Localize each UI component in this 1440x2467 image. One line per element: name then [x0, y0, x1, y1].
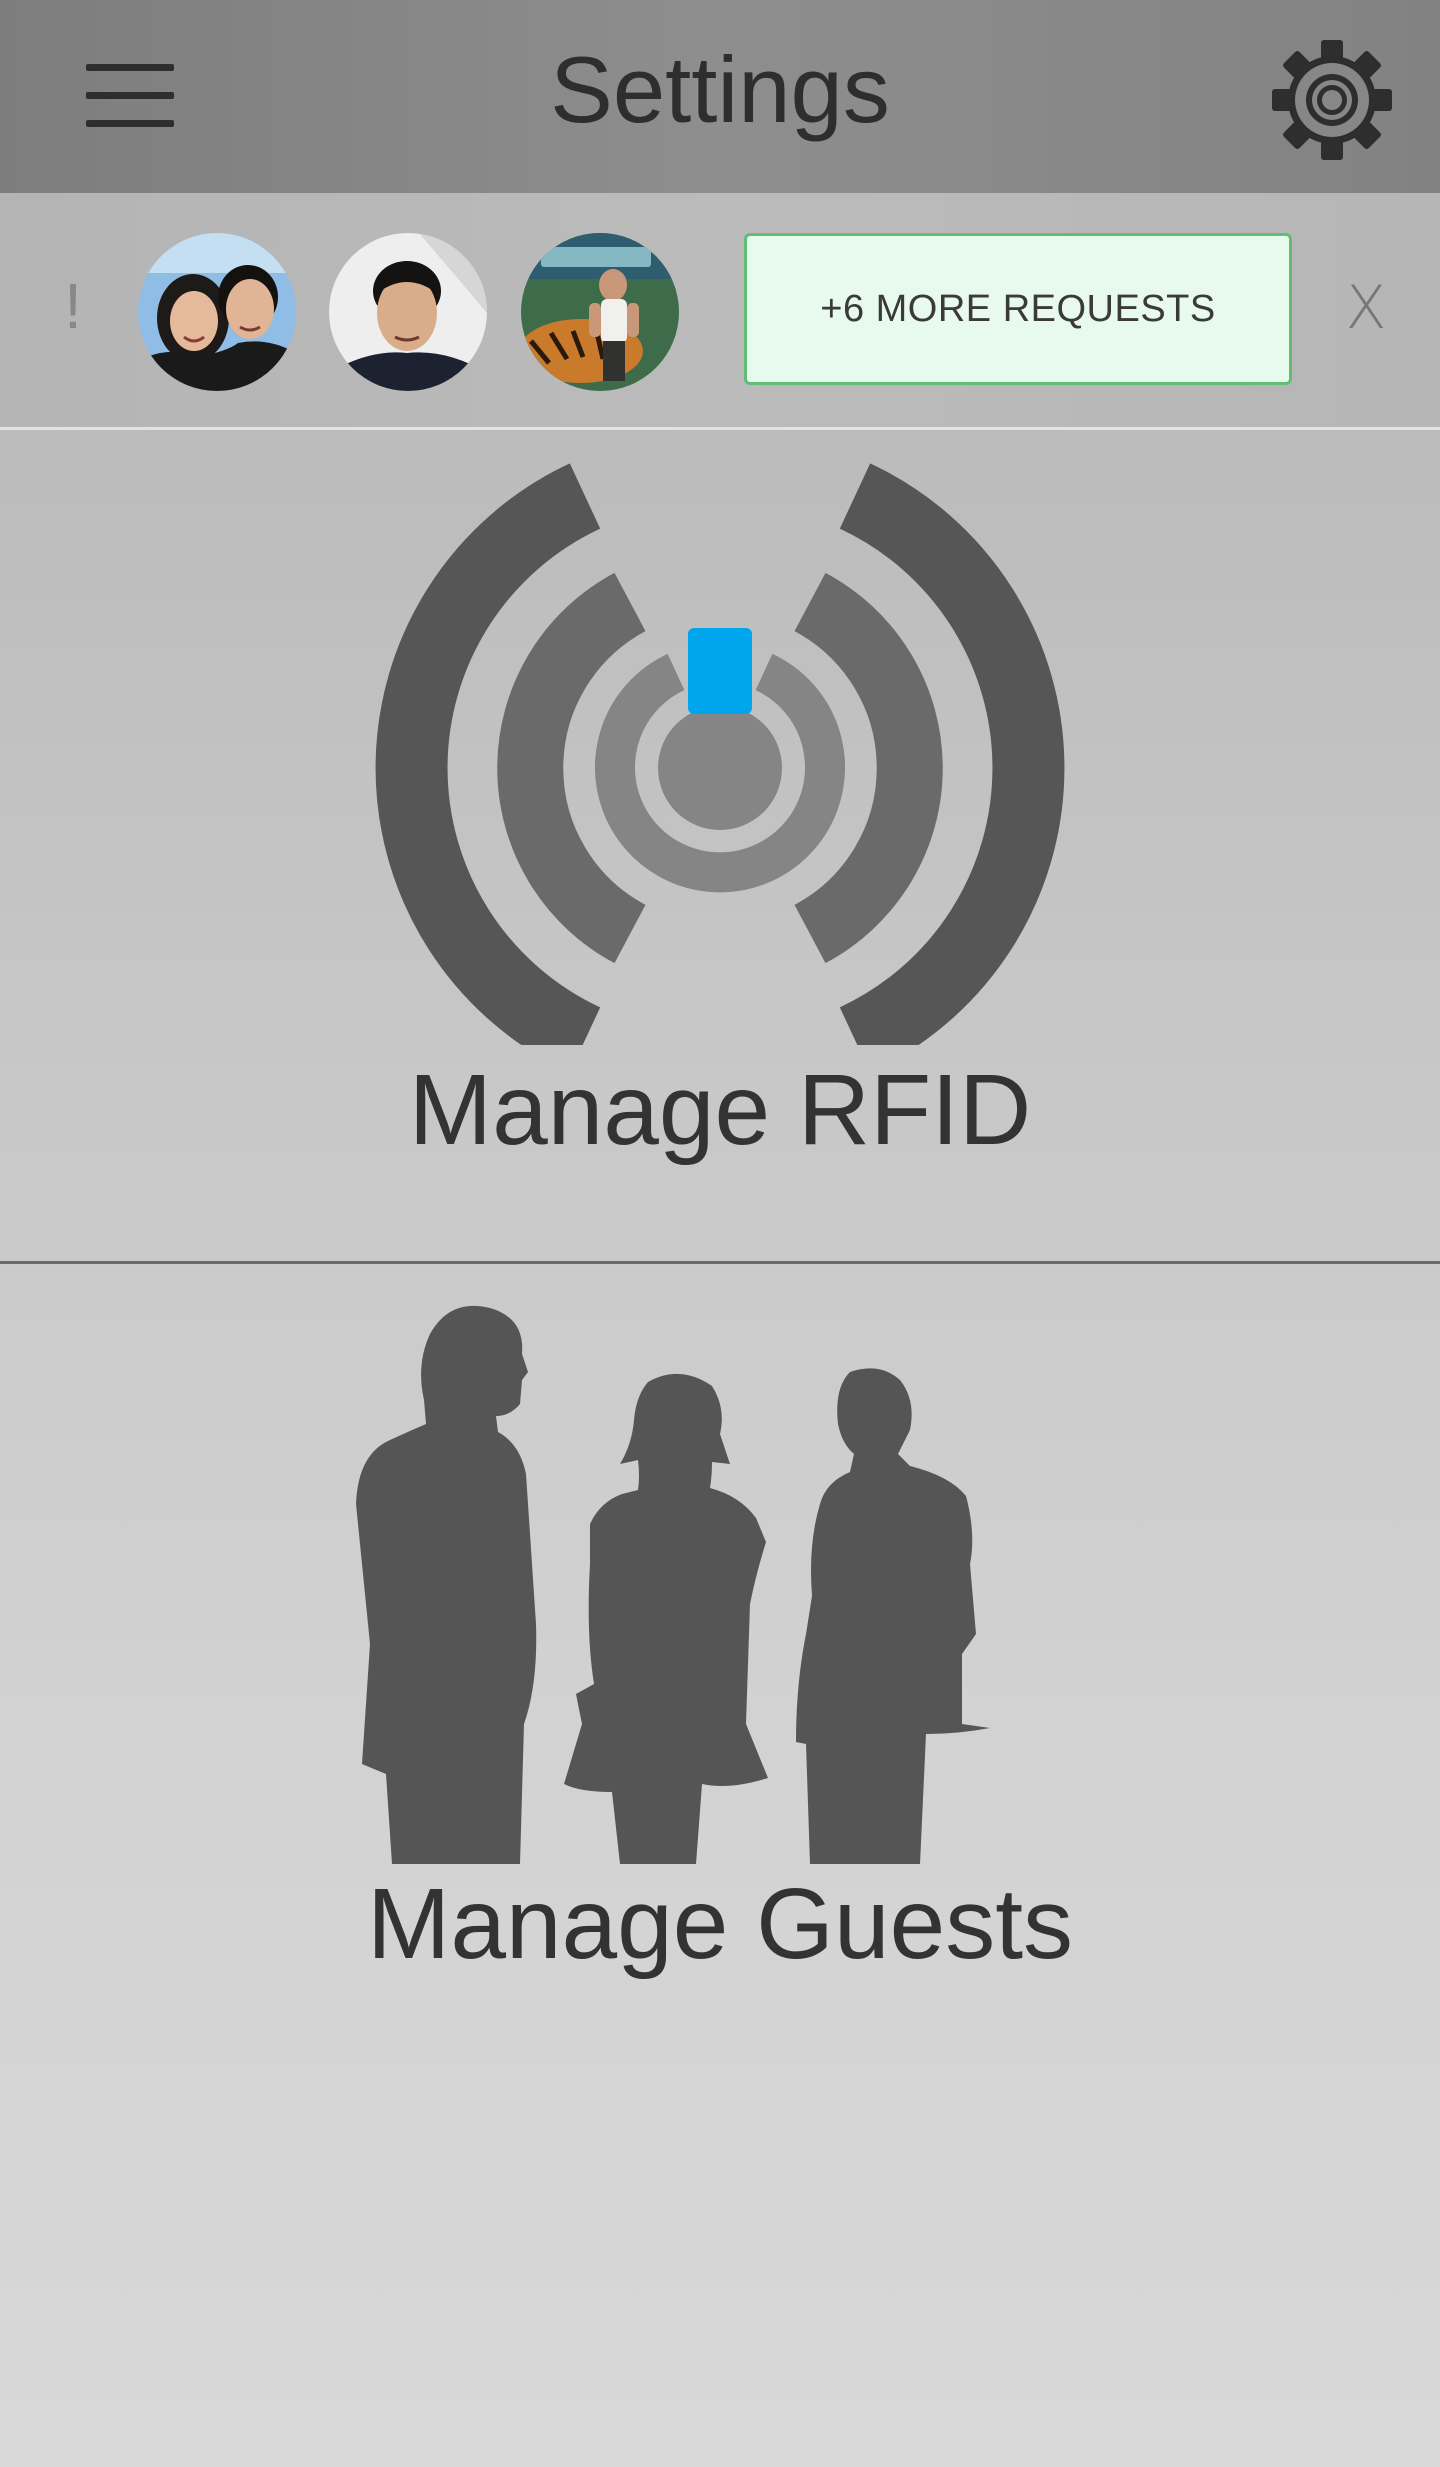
hamburger-menu-icon[interactable] — [86, 62, 176, 128]
request-avatar-man[interactable] — [329, 233, 487, 391]
more-requests-button[interactable]: +6 MORE REQUESTS — [744, 233, 1292, 385]
gear-icon[interactable] — [1268, 36, 1396, 164]
friend-requests-bar: ! +6 MORE REQUESTS X — [0, 193, 1440, 430]
request-avatar-couple[interactable] — [138, 233, 296, 391]
manage-rfid-section[interactable]: Manage RFID — [0, 430, 1440, 1261]
guests-silhouette-icon — [350, 1304, 1030, 1869]
alert-icon: ! — [64, 270, 82, 342]
dismiss-requests-button[interactable]: X — [1338, 273, 1394, 343]
manage-guests-section[interactable]: Manage Guests — [0, 1264, 1440, 2044]
manage-guests-label: Manage Guests — [367, 1868, 1073, 1980]
request-avatar-man-with-tiger[interactable] — [521, 233, 679, 391]
page-title: Settings — [550, 37, 890, 142]
app-header: Settings — [0, 0, 1440, 193]
rfid-signal-icon — [335, 455, 1105, 1073]
manage-rfid-label: Manage RFID — [408, 1054, 1032, 1166]
